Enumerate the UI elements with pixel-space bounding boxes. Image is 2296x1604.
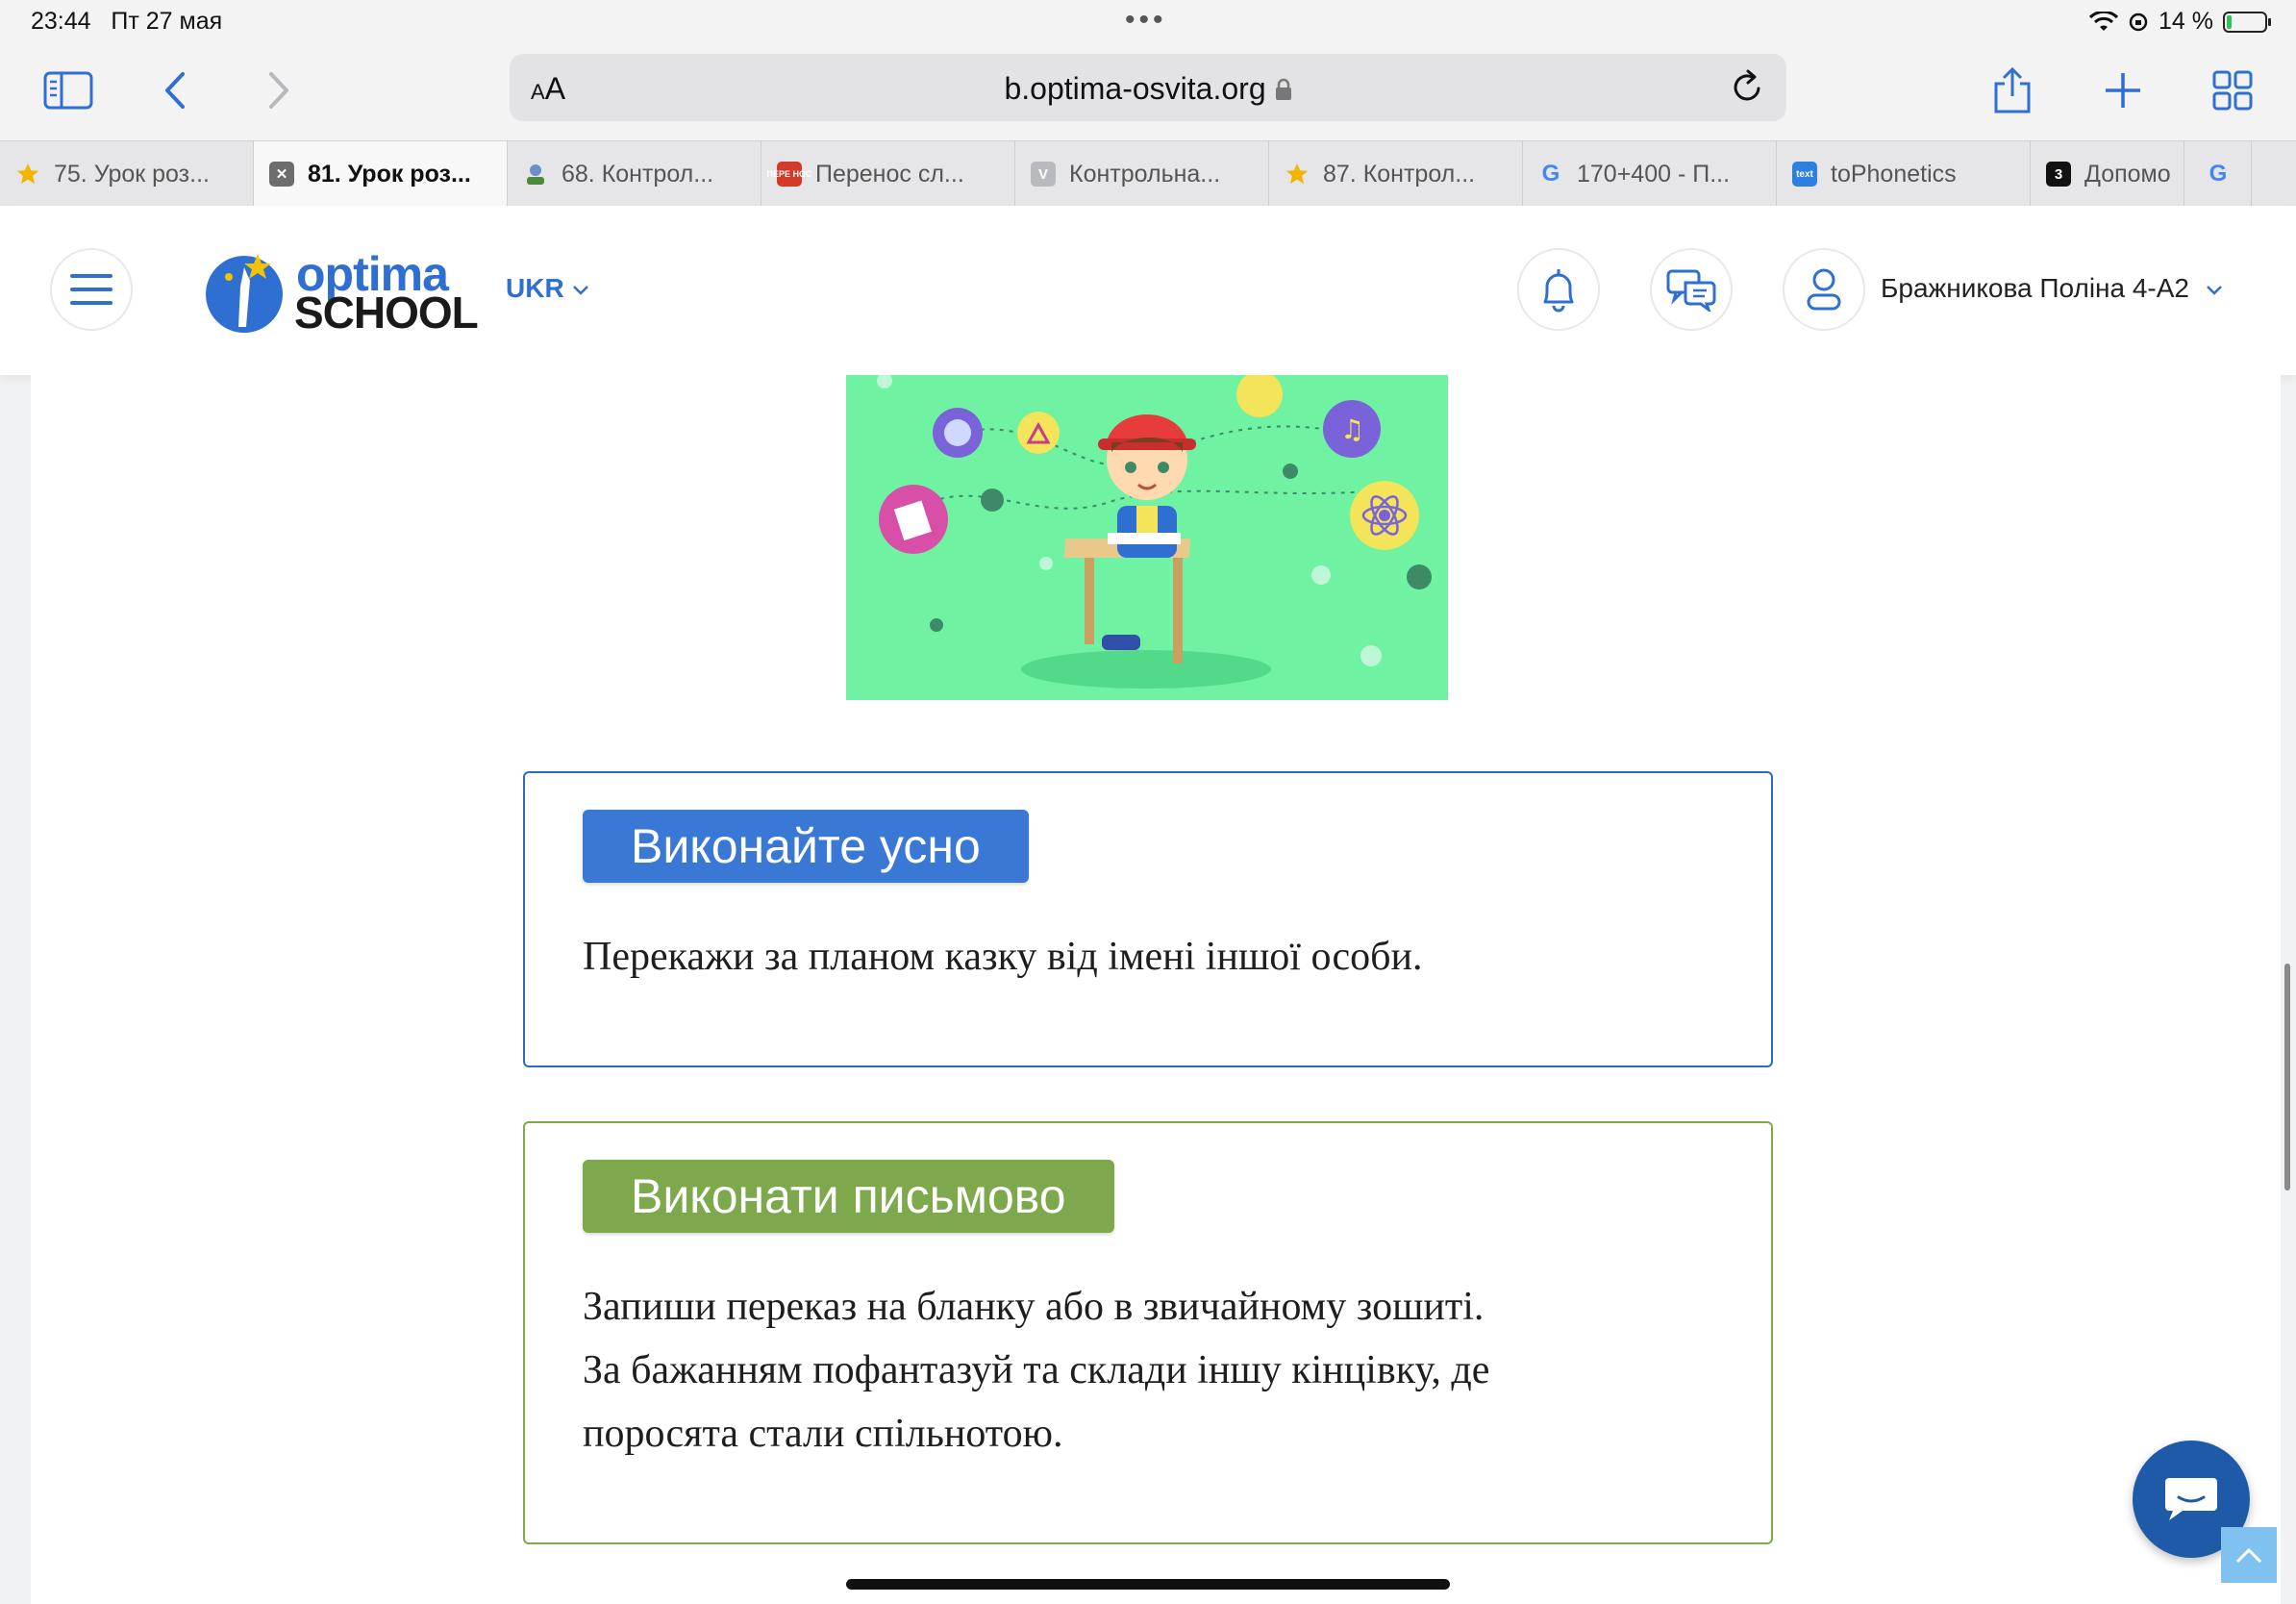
tab-0[interactable]: 75. Урок роз...: [0, 141, 254, 207]
chevron-down-icon: [573, 286, 589, 295]
oral-task-text: Перекажи за планом казку від імені іншої…: [583, 935, 1423, 979]
reload-button[interactable]: [1729, 67, 1765, 111]
tab-1[interactable]: ✕ 81. Урок роз...: [254, 141, 508, 207]
star-icon: [15, 162, 40, 187]
number-icon: 3: [2046, 162, 2071, 187]
status-bar: 23:44 Пт 27 мая ••• 14 %: [0, 0, 2296, 44]
google-icon: G: [2209, 161, 2228, 187]
scroll-to-top-button[interactable]: [2221, 1527, 2277, 1583]
home-indicator[interactable]: [846, 1579, 1450, 1590]
tab-9[interactable]: G: [2184, 141, 2252, 207]
avatar[interactable]: [1783, 248, 1865, 331]
page-scrollbar[interactable]: [2284, 964, 2290, 1190]
browser-toolbar: AA b.optima-osvita.org: [0, 44, 2296, 140]
tab-6[interactable]: G 170+400 - П...: [1523, 141, 1777, 207]
student-at-desk-illustration: ♫: [846, 375, 1448, 700]
chevron-up-icon: [2235, 1547, 2262, 1564]
tab-grid-icon: [2212, 70, 2253, 111]
forward-button[interactable]: [262, 63, 296, 117]
text-icon: text: [1792, 162, 1817, 187]
bell-icon: [1543, 269, 1574, 313]
tab-5[interactable]: 87. Контрол...: [1269, 141, 1523, 207]
written-task-badge: Виконати письмово: [583, 1160, 1114, 1233]
lesson-illustration: ♫: [846, 375, 1448, 700]
reload-icon: [1734, 69, 1760, 101]
status-indicators: 14 %: [2089, 8, 2271, 36]
oral-task-badge: Виконайте усно: [583, 810, 1029, 883]
sidebar-icon: [43, 71, 93, 110]
svg-text:♫: ♫: [1340, 414, 1364, 445]
url-text: b.optima-osvita.org: [510, 71, 1786, 107]
plus-icon: [2106, 73, 2140, 108]
new-tab-button[interactable]: [2102, 63, 2144, 117]
battery-percent: 14 %: [2159, 8, 2213, 35]
tab-4[interactable]: V Контрольна...: [1015, 141, 1269, 207]
tab-strip: 75. Урок роз... ✕ 81. Урок роз... 68. Кон…: [0, 140, 2296, 208]
user-icon: [1807, 268, 1841, 311]
avatar-icon: [523, 162, 548, 187]
wifi-icon: [2089, 11, 2119, 31]
letter-icon: V: [1031, 162, 1056, 187]
tab-2[interactable]: 68. Контрол...: [508, 141, 761, 207]
status-date: Пт 27 мая: [111, 8, 223, 35]
messages-button[interactable]: [1650, 248, 1733, 331]
status-time: 23:44 Пт 27 мая: [31, 8, 223, 35]
sidebar-toggle-button[interactable]: [42, 63, 94, 117]
menu-button[interactable]: [50, 248, 133, 331]
share-button[interactable]: [1990, 63, 2034, 117]
chevron-right-icon: [269, 72, 288, 109]
site-logo[interactable]: optima SCHOOL: [202, 247, 479, 338]
written-task-text: Запиши переказ на бланку або в звичайном…: [583, 1285, 1490, 1456]
logo-text-bottom: SCHOOL: [294, 288, 479, 338]
chevron-down-icon: [2206, 286, 2222, 295]
star-icon: [1285, 162, 1310, 187]
battery-icon: [2223, 11, 2271, 33]
logo-globe-icon: [206, 254, 283, 333]
tab-7[interactable]: text toPhonetics: [1777, 141, 2031, 207]
text-icon: ПЕРЕ НОС: [767, 162, 812, 187]
multitask-dots-icon[interactable]: •••: [1125, 4, 1167, 37]
user-menu[interactable]: Бражникова Поліна 4-А2: [1881, 273, 2224, 304]
notifications-button[interactable]: [1517, 248, 1600, 331]
site-header: optima SCHOOL UKR Бражникова Поліна 4-А2: [0, 206, 2296, 375]
tab-3[interactable]: ПЕРЕ НОС Перенос сл...: [761, 141, 1015, 207]
address-bar[interactable]: AA b.optima-osvita.org: [510, 54, 1786, 121]
share-icon: [1994, 66, 2031, 113]
hamburger-icon: [70, 274, 112, 305]
tab-overview-button[interactable]: [2211, 63, 2254, 117]
lock-icon: [1275, 78, 1291, 100]
written-task-box: Виконати письмово Запиши переказ на блан…: [523, 1121, 1773, 1544]
language-selector[interactable]: UKR: [506, 273, 590, 304]
oral-task-box: Виконайте усно Перекажи за планом казку …: [523, 771, 1773, 1067]
battery-level: [2227, 14, 2232, 29]
back-button[interactable]: [158, 63, 192, 117]
close-icon: ✕: [269, 162, 294, 187]
chevron-left-icon: [165, 72, 185, 109]
google-icon: G: [1541, 161, 1560, 187]
chat-bubble-icon: [2165, 1478, 2217, 1520]
tab-8[interactable]: 3 Допомо: [2031, 141, 2184, 207]
chat-icon: [1666, 269, 1716, 312]
orientation-lock-icon: [2129, 13, 2148, 31]
